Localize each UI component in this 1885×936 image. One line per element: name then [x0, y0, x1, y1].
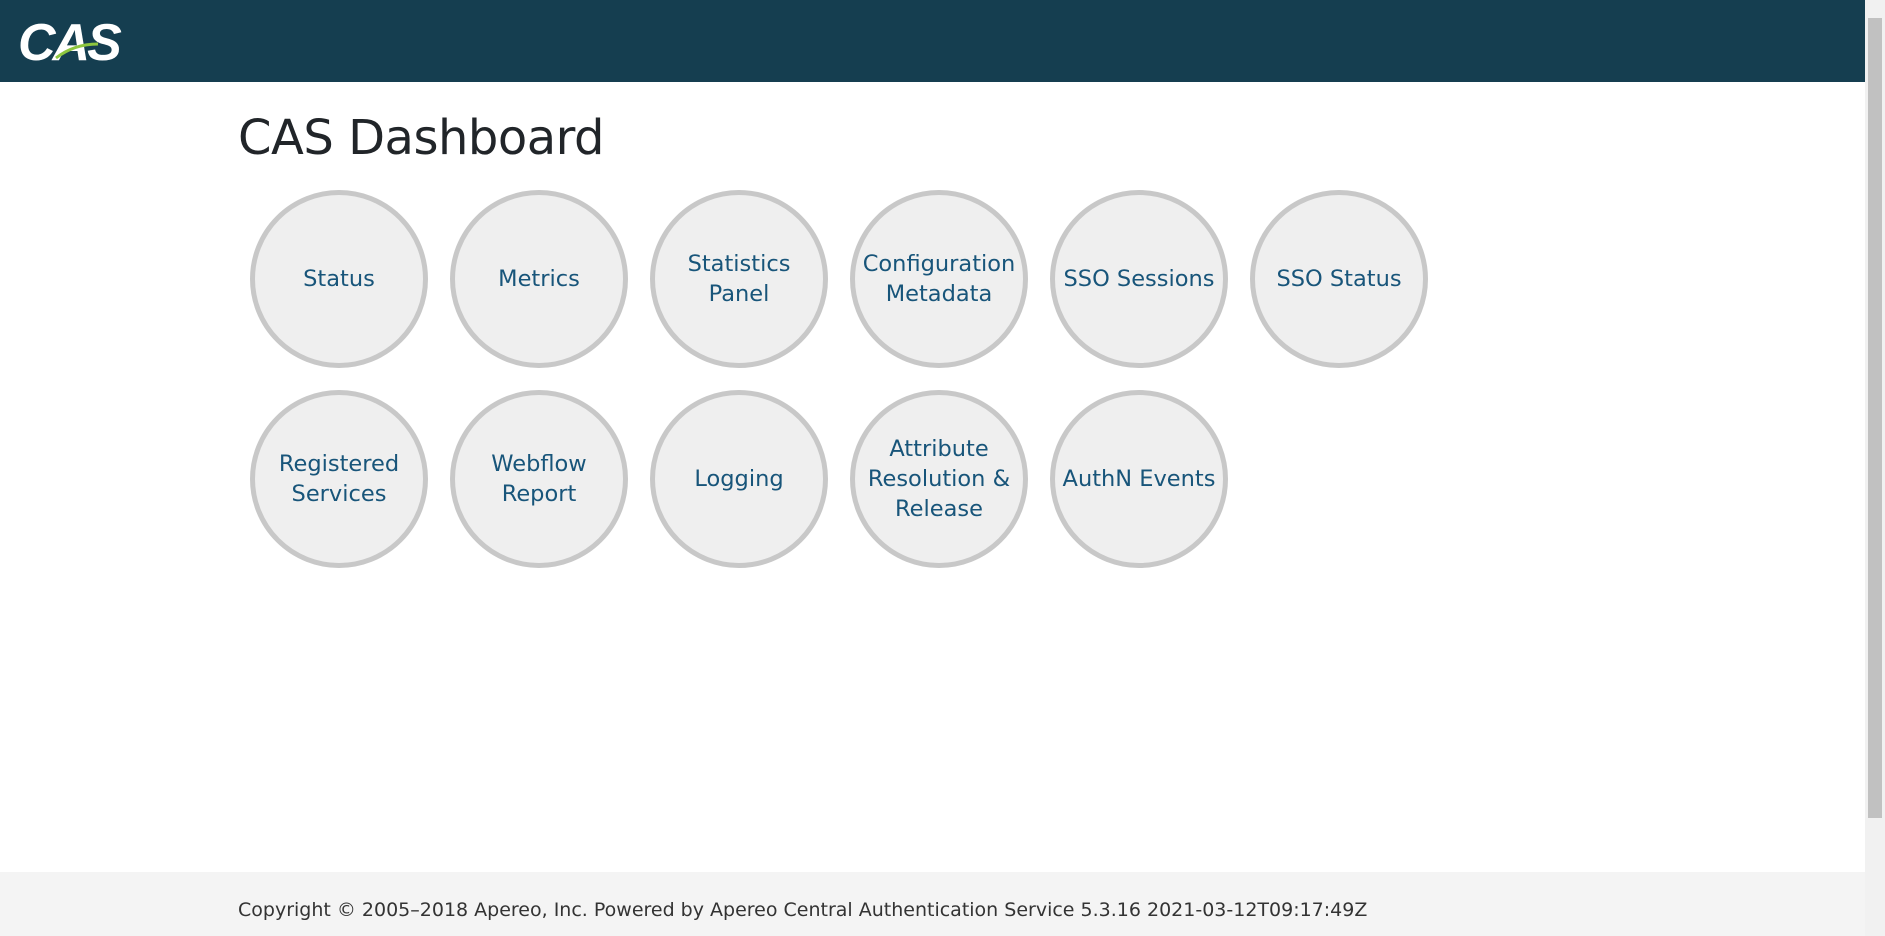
svg-text:CAS: CAS [18, 14, 122, 68]
tile-sso-sessions[interactable]: SSO Sessions [1050, 190, 1228, 368]
tile-label: Metrics [498, 266, 580, 292]
cas-logo[interactable]: CAS [18, 14, 122, 68]
tile-label: Attribute Resolution & Release [867, 436, 1011, 522]
tile-label: Registered Services [278, 451, 400, 507]
cas-logo-icon: CAS [18, 14, 122, 68]
tile-label: Status [303, 266, 375, 292]
tile-registered-services[interactable]: Registered Services [250, 390, 428, 568]
copyright-text: Copyright © 2005–2018 Apereo, Inc. Power… [238, 899, 1368, 921]
dashboard-tiles: Status Metrics Statistics Panel Configur… [250, 190, 1428, 570]
tile-label: Configuration Metadata [862, 251, 1016, 307]
vertical-scrollbar[interactable] [1865, 0, 1885, 936]
scrollbar-thumb[interactable] [1868, 18, 1882, 818]
tile-attribute-resolution-release[interactable]: Attribute Resolution & Release [850, 390, 1028, 568]
tile-logging[interactable]: Logging [650, 390, 828, 568]
tile-label: SSO Sessions [1063, 266, 1215, 292]
tile-label: Logging [694, 466, 784, 492]
tile-configuration-metadata[interactable]: Configuration Metadata [850, 190, 1028, 368]
tile-authn-events[interactable]: AuthN Events [1050, 390, 1228, 568]
footer: Copyright © 2005–2018 Apereo, Inc. Power… [0, 872, 1865, 936]
tile-label: Webflow Report [491, 451, 587, 507]
top-header-bar: CAS [0, 0, 1865, 82]
tile-label: SSO Status [1276, 266, 1402, 292]
tile-status[interactable]: Status [250, 190, 428, 368]
tile-label: Statistics Panel [687, 251, 791, 307]
tile-webflow-report[interactable]: Webflow Report [450, 390, 628, 568]
tile-metrics[interactable]: Metrics [450, 190, 628, 368]
tile-sso-status[interactable]: SSO Status [1250, 190, 1428, 368]
page-title: CAS Dashboard [238, 110, 605, 166]
tile-statistics-panel[interactable]: Statistics Panel [650, 190, 828, 368]
tile-label: AuthN Events [1062, 466, 1216, 492]
